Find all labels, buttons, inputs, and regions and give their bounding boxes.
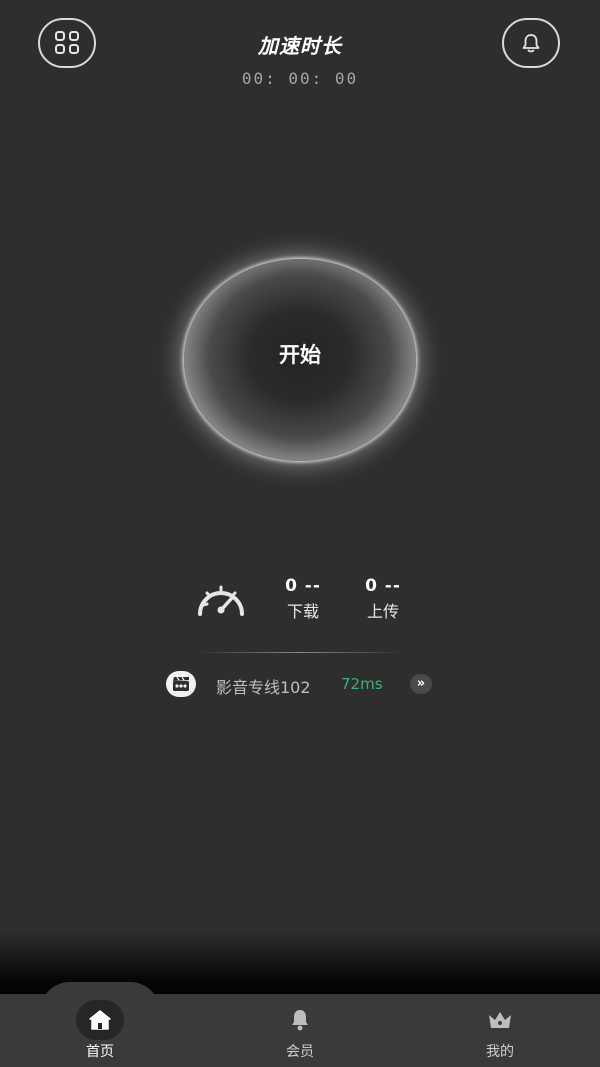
film-icon: [166, 671, 196, 697]
app-screen: 加速时长 00: 00: 00 开始 0 -- 下载 0 -- 上传 影音专线1…: [0, 0, 600, 1067]
tab-mine[interactable]: 我的: [450, 1000, 550, 1061]
tab-home[interactable]: 首页: [50, 1000, 150, 1061]
tab-vip-label: 会员: [286, 1044, 314, 1060]
tab-vip[interactable]: 会员: [250, 1000, 350, 1061]
line-ping: 72ms: [341, 675, 383, 693]
crown-icon: [476, 1000, 524, 1040]
download-label: 下载: [286, 602, 319, 621]
speedometer-icon: [198, 585, 244, 616]
divider: [195, 652, 405, 653]
home-icon: [76, 1000, 124, 1040]
download-stat: 0 -- 下载: [273, 576, 333, 622]
notification-button[interactable]: [502, 18, 560, 68]
upload-label: 上传: [366, 602, 399, 621]
upload-stat: 0 -- 上传: [353, 576, 413, 622]
accel-timer: 00: 00: 00: [241, 69, 359, 88]
bell-icon: [522, 34, 540, 53]
tab-home-label: 首页: [86, 1044, 114, 1060]
line-name: 影音专线102: [216, 678, 311, 697]
switch-line-button[interactable]: »: [410, 674, 432, 694]
start-button[interactable]: 开始: [160, 235, 440, 485]
tab-mine-label: 我的: [486, 1044, 514, 1060]
download-value: 0 --: [285, 576, 321, 596]
start-label: 开始: [279, 343, 321, 367]
line-selector[interactable]: 影音专线102 72ms »: [166, 670, 436, 698]
upload-value: 0 --: [365, 576, 401, 596]
bell-icon: [276, 1000, 324, 1040]
